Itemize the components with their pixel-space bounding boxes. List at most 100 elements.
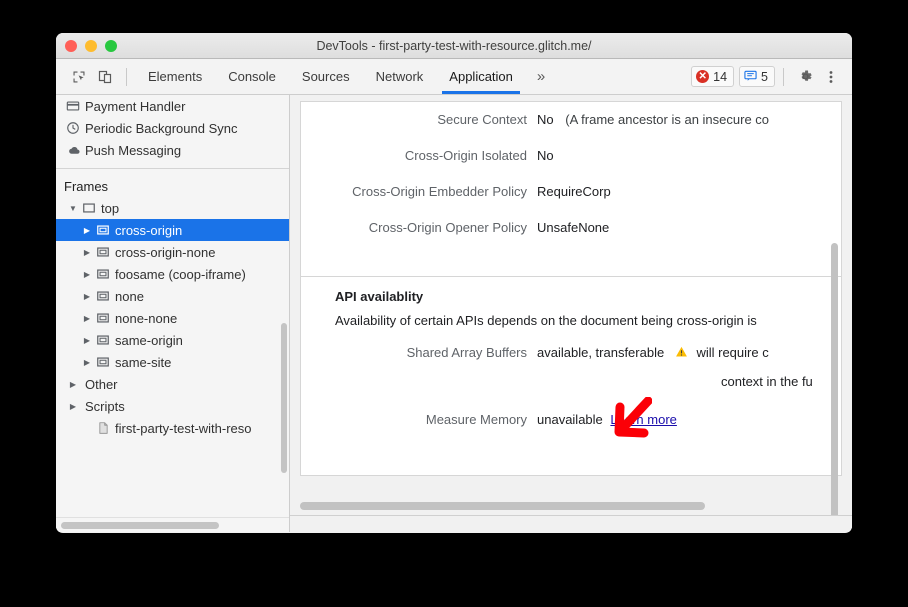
security-isolation-card: Secure Context No (A frame ancestor is a… — [300, 101, 842, 276]
tab-console[interactable]: Console — [215, 59, 289, 94]
row-key: Secure Context — [301, 111, 537, 129]
panel-bottom-bar — [290, 515, 852, 532]
sidebar-item-same-origin[interactable]: ▶ same-origin — [56, 329, 289, 351]
close-button[interactable] — [65, 40, 77, 52]
sidebar-item-label: cross-origin — [115, 223, 182, 238]
device-toolbar-icon[interactable] — [92, 64, 118, 90]
sidebar-item-label: first-party-test-with-reso — [115, 421, 252, 436]
row-value: unavailable Learn more — [537, 411, 677, 429]
sidebar-item-cross-origin-none[interactable]: ▶ cross-origin-none — [56, 241, 289, 263]
iframe-icon — [94, 289, 112, 303]
sidebar-tree: Payment Handler Periodic Background Sync — [56, 95, 289, 439]
sidebar-item-other[interactable]: ▶ Other — [56, 373, 289, 395]
sidebar-item-scripts[interactable]: ▶ Scripts — [56, 395, 289, 417]
row-value-note: (A frame ancestor is an insecure co — [565, 112, 769, 127]
sidebar-item-same-site[interactable]: ▶ same-site — [56, 351, 289, 373]
chevron-right-icon[interactable]: ▶ — [80, 336, 94, 345]
warning-triangle-icon — [674, 345, 689, 364]
chevron-right-icon[interactable]: ▶ — [80, 292, 94, 301]
chevron-right-icon[interactable]: ▶ — [66, 402, 80, 411]
tab-network[interactable]: Network — [363, 59, 437, 94]
row-key: Cross-Origin Opener Policy — [301, 219, 537, 237]
toolbar-divider — [126, 68, 127, 86]
panel-tabs: Elements Console Sources Network Applica… — [135, 59, 556, 94]
maximize-button[interactable] — [105, 40, 117, 52]
window-title: DevTools - first-party-test-with-resourc… — [56, 39, 852, 53]
iframe-icon — [94, 245, 112, 259]
chevron-right-icon[interactable]: ▶ — [80, 358, 94, 367]
sidebar-item-label: same-site — [115, 355, 171, 370]
devtools-window: DevTools - first-party-test-with-resourc… — [56, 33, 852, 533]
row-warning-text: will require c — [696, 345, 768, 360]
error-icon: ✕ — [696, 70, 709, 83]
clock-icon — [64, 121, 82, 135]
detail-row-coop: Cross-Origin Opener Policy UnsafeNone — [301, 210, 841, 246]
api-section-title: API availablity — [301, 277, 841, 308]
iframe-icon — [94, 311, 112, 325]
error-count-badge[interactable]: ✕ 14 — [691, 66, 734, 87]
frame-icon — [80, 201, 98, 215]
sidebar-item-first-party-test[interactable]: first-party-test-with-reso — [56, 417, 289, 439]
sidebar-divider — [56, 168, 289, 169]
payment-card-icon — [64, 99, 82, 113]
gear-icon[interactable] — [792, 64, 818, 90]
row-value: RequireCorp — [537, 183, 611, 201]
kebab-menu-icon[interactable] — [818, 64, 844, 90]
row-value: UnsafeNone — [537, 219, 609, 237]
message-count-badge[interactable]: 5 — [739, 66, 775, 87]
devtools-body: Payment Handler Periodic Background Sync — [56, 95, 852, 532]
chevron-down-icon[interactable]: ▼ — [66, 204, 80, 213]
detail-row-measure-memory: Measure Memory unavailable Learn more — [301, 389, 841, 438]
title-bar: DevTools - first-party-test-with-resourc… — [56, 33, 852, 59]
api-section-description: Availability of certain APIs depends on … — [301, 308, 841, 330]
tab-sources[interactable]: Sources — [289, 59, 363, 94]
chevron-right-icon[interactable]: ▶ — [80, 314, 94, 323]
sidebar-item-periodic-background-sync[interactable]: Periodic Background Sync — [56, 117, 289, 139]
tab-application[interactable]: Application — [436, 59, 526, 94]
sidebar-item-payment-handler[interactable]: Payment Handler — [56, 95, 289, 117]
devtools-toolbar: Elements Console Sources Network Applica… — [56, 59, 852, 95]
sidebar-item-cross-origin[interactable]: ▶ cross-origin — [56, 219, 289, 241]
row-key: Measure Memory — [301, 411, 537, 429]
row-value: No (A frame ancestor is an insecure co — [537, 111, 769, 129]
tab-elements[interactable]: Elements — [135, 59, 215, 94]
cloud-icon — [64, 143, 82, 158]
inspect-element-icon[interactable] — [66, 64, 92, 90]
panel-horizontal-scrollbar[interactable] — [300, 499, 842, 513]
chevron-right-icon[interactable]: ▶ — [66, 380, 80, 389]
sidebar-item-label: Other — [85, 377, 118, 392]
sidebar-item-label: top — [101, 201, 119, 216]
application-sidebar: Payment Handler Periodic Background Sync — [56, 95, 290, 532]
sidebar-scroll-thumb[interactable] — [61, 522, 219, 529]
sidebar-item-push-messaging[interactable]: Push Messaging — [56, 139, 289, 161]
chevron-right-icon[interactable]: ▶ — [80, 248, 94, 257]
sidebar-item-label: Push Messaging — [85, 143, 181, 158]
toolbar-right-group: ✕ 14 5 — [686, 64, 844, 90]
sidebar-item-top[interactable]: ▼ top — [56, 197, 289, 219]
sidebar-item-none-none[interactable]: ▶ none-none — [56, 307, 289, 329]
panel-vertical-scrollbar[interactable] — [831, 243, 838, 532]
minimize-button[interactable] — [85, 40, 97, 52]
sidebar-item-label: cross-origin-none — [115, 245, 215, 260]
iframe-icon — [94, 355, 112, 369]
detail-row-secure-context: Secure Context No (A frame ancestor is a… — [301, 102, 841, 138]
message-count-label: 5 — [761, 70, 768, 84]
sidebar-vertical-scrollbar[interactable] — [281, 323, 287, 473]
sidebar-item-label: Payment Handler — [85, 99, 185, 114]
sidebar-item-label: same-origin — [115, 333, 183, 348]
sidebar-item-label: Scripts — [85, 399, 125, 414]
sidebar-horizontal-scrollbar[interactable] — [56, 517, 289, 532]
chevron-right-icon[interactable]: ▶ — [80, 226, 94, 235]
toolbar-divider-right — [783, 68, 784, 86]
more-tabs-icon[interactable]: » — [526, 59, 556, 94]
detail-row-coep: Cross-Origin Embedder Policy RequireCorp — [301, 174, 841, 210]
learn-more-link[interactable]: Learn more — [610, 412, 676, 427]
window-controls — [56, 40, 117, 52]
panel-scroll-thumb[interactable] — [300, 502, 705, 510]
sidebar-item-none[interactable]: ▶ none — [56, 285, 289, 307]
iframe-icon — [94, 223, 112, 237]
sidebar-item-label: foosame (coop-iframe) — [115, 267, 246, 282]
chevron-right-icon[interactable]: ▶ — [80, 270, 94, 279]
sidebar-item-foosame[interactable]: ▶ foosame (coop-iframe) — [56, 263, 289, 285]
iframe-icon — [94, 267, 112, 281]
